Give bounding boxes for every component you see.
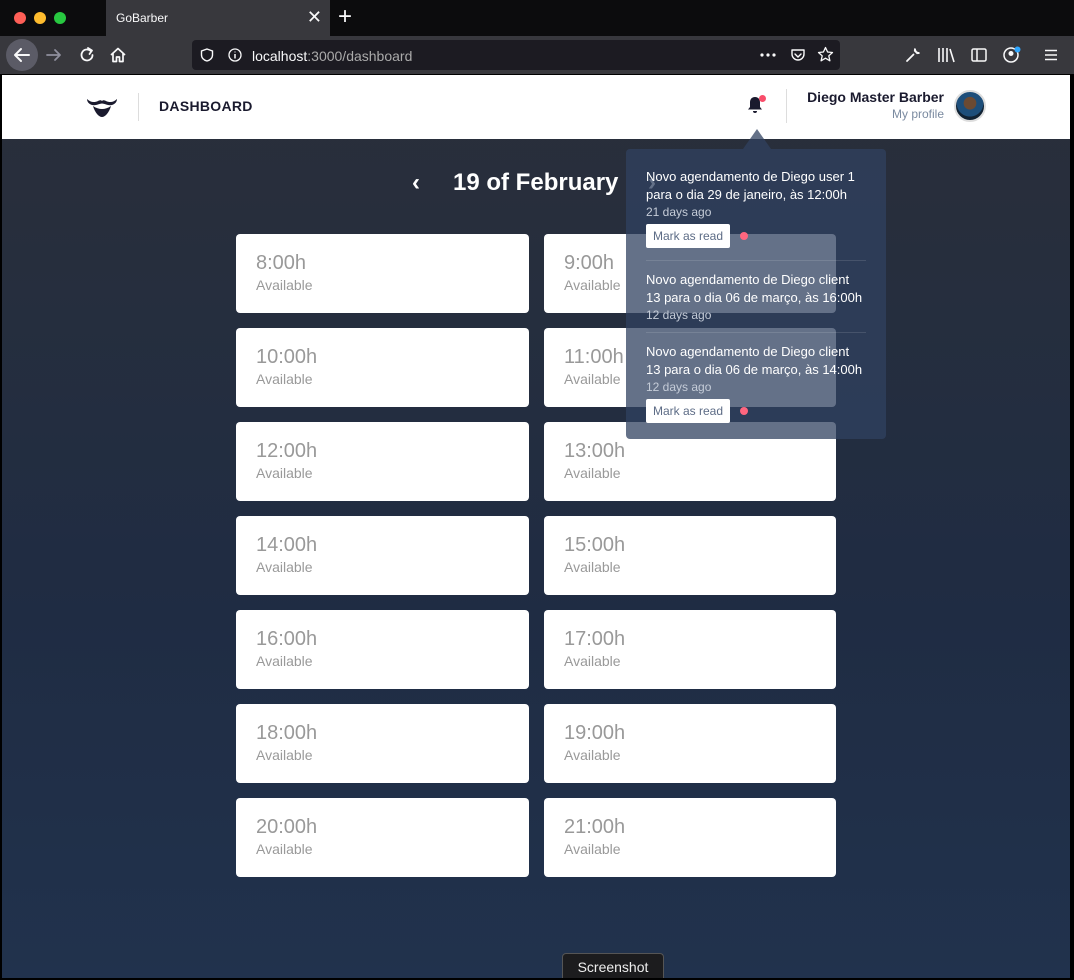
slot-status: Available	[256, 465, 313, 481]
slot-status: Available	[256, 277, 313, 293]
browser-toolbar: localhost:3000/dashboard	[0, 36, 1074, 74]
page-title[interactable]: DASHBOARD	[159, 98, 253, 114]
slot-time: 12:00h	[256, 440, 318, 462]
time-slot[interactable]: 14:00h Available	[236, 516, 529, 595]
screenshot-label[interactable]: Screenshot	[562, 953, 664, 978]
more-actions-icon[interactable]	[760, 52, 776, 58]
time-slot[interactable]: 18:00h Available	[236, 704, 529, 783]
notification-item: Novo agendamento de Diego user 1 para o …	[646, 149, 866, 261]
info-icon[interactable]	[228, 48, 242, 62]
slot-status: Available	[256, 371, 313, 387]
slot-status: Available	[256, 653, 313, 669]
mark-as-read-button[interactable]: Mark as read	[646, 399, 731, 423]
close-tab-icon[interactable]: ✕	[307, 7, 322, 27]
time-slot[interactable]: 17:00h Available	[544, 610, 836, 689]
wrench-icon[interactable]	[904, 46, 922, 64]
notification-time: 12 days ago	[646, 380, 712, 394]
slot-time: 17:00h	[564, 628, 626, 650]
slot-time: 20:00h	[256, 816, 318, 838]
home-icon[interactable]	[109, 46, 127, 64]
slot-status: Available	[564, 747, 621, 763]
slot-status: Available	[564, 653, 621, 669]
back-arrow-icon	[14, 48, 30, 62]
slot-time: 13:00h	[564, 440, 626, 462]
slot-time: 8:00h	[256, 252, 307, 274]
header-divider	[786, 89, 787, 123]
account-icon[interactable]	[1002, 45, 1022, 65]
notification-actions: Mark as read	[646, 224, 866, 248]
time-slot[interactable]: 12:00h Available	[236, 422, 529, 501]
notification-time: 21 days ago	[646, 205, 712, 219]
slot-time: 21:00h	[564, 816, 626, 838]
time-slot[interactable]: 10:00h Available	[236, 328, 529, 407]
slot-time: 14:00h	[256, 534, 318, 556]
time-slot[interactable]: 20:00h Available	[236, 798, 529, 877]
slot-status: Available	[564, 841, 621, 857]
notification-badge	[759, 95, 766, 102]
close-window-button[interactable]	[14, 12, 26, 24]
time-slot[interactable]: 16:00h Available	[236, 610, 529, 689]
unread-indicator	[740, 232, 749, 240]
time-slot[interactable]: 8:00h Available	[236, 234, 529, 313]
slot-status: Available	[256, 841, 313, 857]
avatar[interactable]	[954, 90, 986, 122]
bookmark-star-icon[interactable]	[817, 46, 834, 63]
slot-time: 18:00h	[256, 722, 318, 744]
back-button[interactable]	[6, 39, 38, 71]
slot-time: 15:00h	[564, 534, 626, 556]
time-slot[interactable]: 19:00h Available	[544, 704, 836, 783]
tab-title: GoBarber	[116, 11, 169, 25]
notification-text: Novo agendamento de Diego client 13 para…	[646, 344, 863, 377]
day-title: 19 of February	[453, 169, 619, 196]
pocket-icon[interactable]	[790, 47, 806, 63]
notification-item: Novo agendamento de Diego client 13 para…	[646, 261, 866, 333]
slot-status: Available	[256, 559, 313, 575]
mark-as-read-button[interactable]: Mark as read	[646, 224, 731, 248]
slot-time: 16:00h	[256, 628, 318, 650]
slot-time: 10:00h	[256, 346, 318, 368]
unread-indicator	[740, 407, 749, 415]
slot-time: 19:00h	[564, 722, 626, 744]
minimize-window-button[interactable]	[34, 12, 46, 24]
library-icon[interactable]	[936, 46, 956, 64]
shield-icon[interactable]	[200, 48, 214, 62]
time-slot[interactable]: 15:00h Available	[544, 516, 836, 595]
menu-icon[interactable]	[1043, 47, 1059, 63]
new-tab-button[interactable]: +	[338, 4, 352, 30]
popover-caret	[743, 129, 771, 149]
reload-icon[interactable]	[78, 46, 96, 64]
slot-status: Available	[564, 465, 621, 481]
app-page: DASHBOARD Diego Master Barber My profile…	[2, 75, 1070, 978]
time-slot[interactable]: 21:00h Available	[544, 798, 836, 877]
my-profile-link[interactable]: My profile	[892, 107, 944, 121]
notification-actions: Mark as read	[646, 399, 866, 423]
notification-time: 12 days ago	[646, 308, 712, 322]
slot-status: Available	[256, 747, 313, 763]
app-header: DASHBOARD Diego Master Barber My profile	[2, 75, 1070, 139]
forward-arrow-icon[interactable]	[45, 46, 63, 64]
user-name: Diego Master Barber	[807, 89, 944, 105]
previous-day-button[interactable]: ‹	[412, 169, 420, 197]
sidebar-icon[interactable]	[970, 46, 988, 64]
slot-status: Available	[564, 559, 621, 575]
notification-text: Novo agendamento de Diego user 1 para o …	[646, 169, 855, 202]
browser-tab[interactable]: GoBarber ✕	[106, 0, 330, 36]
maximize-window-button[interactable]	[54, 12, 66, 24]
browser-titlebar: GoBarber ✕ +	[0, 0, 1074, 36]
address-bar[interactable]: localhost:3000/dashboard	[192, 40, 840, 70]
url-host: localhost	[252, 48, 308, 64]
header-divider	[138, 93, 139, 121]
url-path: :3000/dashboard	[307, 48, 413, 64]
notifications-popover: Novo agendamento de Diego user 1 para o …	[626, 149, 886, 439]
notification-text: Novo agendamento de Diego client 13 para…	[646, 272, 863, 305]
notification-item: Novo agendamento de Diego client 13 para…	[646, 333, 866, 423]
url-text: localhost:3000/dashboard	[252, 48, 412, 64]
mustache-logo-icon[interactable]	[86, 93, 118, 121]
